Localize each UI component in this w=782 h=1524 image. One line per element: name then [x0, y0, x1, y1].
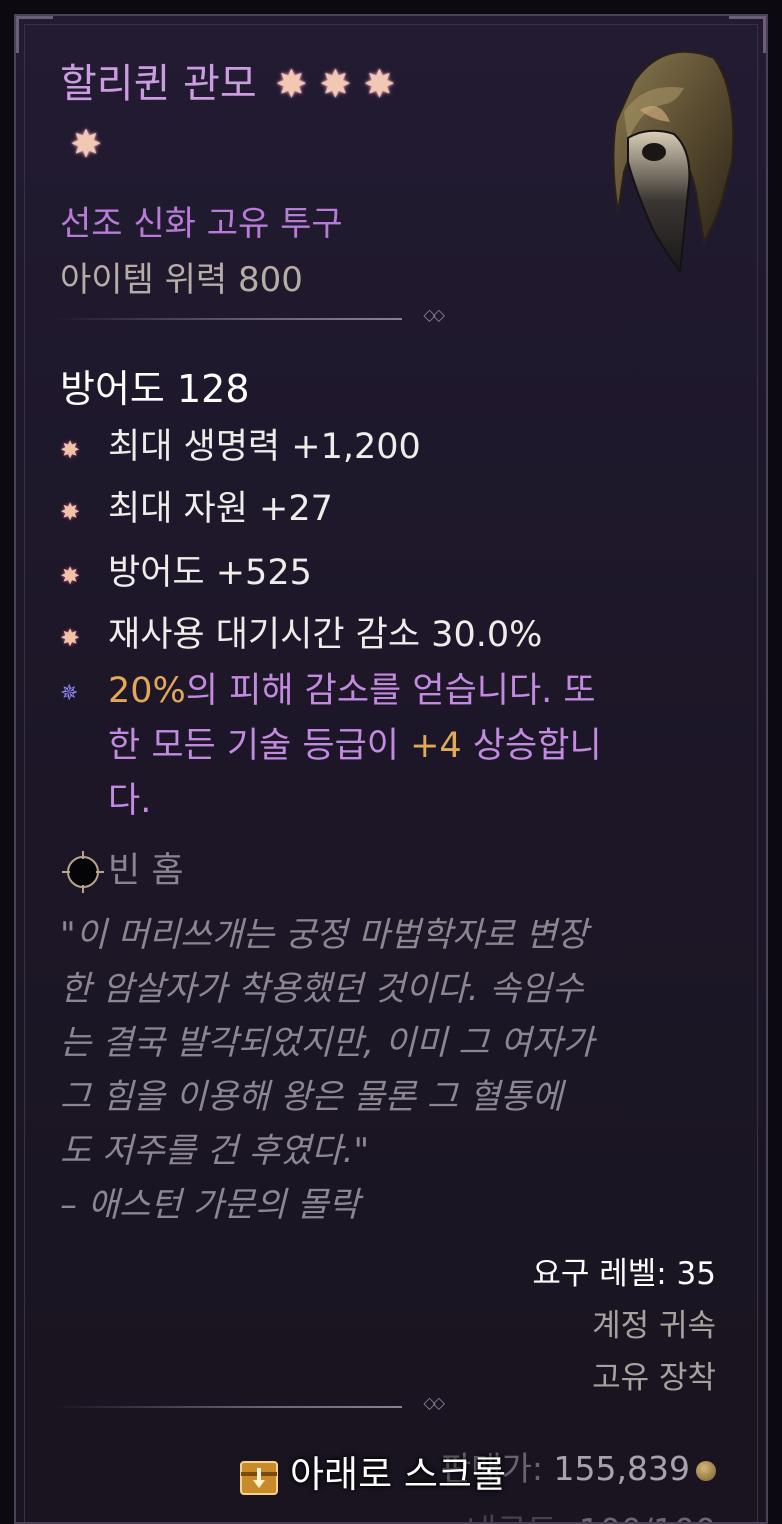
- greater-affix-icon: ✸: [60, 498, 81, 526]
- frame-corner-top-left: [16, 16, 53, 53]
- affix-row: ✸ 최대 생명력 +1,200: [60, 418, 421, 469]
- account-bound: 계정 귀속: [592, 1308, 716, 1344]
- affix-text: 최대 생명력 +1,200: [108, 427, 421, 467]
- unique-text-part: 다.: [108, 781, 152, 821]
- durability-amount: 100/100: [579, 1511, 716, 1522]
- item-power: 아이템 위력 800: [60, 260, 303, 300]
- flavor-line: 도 저주를 건 후였다.": [60, 1131, 370, 1171]
- socket-label: 빈 홈: [108, 851, 184, 891]
- affix-row: ✸ 방어도 +525: [60, 544, 312, 595]
- unique-power: ✵ 20%의 피해 감소를 얻습니다. 또 한 모든 기술 등급이 +4 상승합…: [60, 664, 730, 829]
- scroll-chest-icon: [240, 1460, 278, 1495]
- ancestral-star-icon: ✸: [275, 62, 308, 106]
- empty-socket: 빈 홈: [60, 842, 184, 895]
- ancestral-star-icon: ✸: [319, 62, 352, 106]
- unique-text-part: 상승합니: [461, 726, 602, 766]
- unique-power-text: 20%의 피해 감소를 얻습니다. 또: [60, 664, 730, 719]
- divider: [52, 305, 442, 324]
- durability-label: 내구도:: [466, 1511, 568, 1522]
- unique-text-part: 한 모든 기술 등급이: [108, 726, 411, 766]
- gold-coin-icon: [696, 1460, 716, 1481]
- durability: 내구도: 100/100: [466, 1504, 716, 1522]
- unique-value: 20%: [108, 671, 186, 711]
- flavor-text: "이 머리쓰개는 궁정 마법학자로 변장 한 암살자가 착용했던 것이다. 속임…: [60, 908, 740, 1232]
- helmet-item-image: [612, 50, 735, 272]
- ancestral-star-icon: ✸: [363, 62, 396, 106]
- armor-value: 방어도 128: [60, 367, 250, 411]
- affix-row: ✸ 재사용 대기시간 감소 30.0%: [60, 606, 542, 657]
- scroll-hint-label: 아래로 스크롤: [290, 1453, 507, 1496]
- flavor-line: 그 힘을 이용해 왕은 물론 그 혈통에: [60, 1077, 563, 1117]
- item-rarity-type: 선조 신화 고유 투구: [60, 204, 343, 244]
- sell-amount: 155,839: [553, 1449, 690, 1488]
- affix-text: 재사용 대기시간 감소 30.0%: [108, 615, 543, 655]
- unique-value: +4: [410, 726, 462, 766]
- affix-row: ✸ 최대 자원 +27: [60, 480, 333, 531]
- flavor-line: "이 머리쓰개는 궁정 마법학자로 변장: [60, 915, 589, 955]
- affix-text: 방어도 +525: [108, 553, 312, 593]
- flavor-line: 는 결국 발각되었지만, 이미 그 여자가: [60, 1023, 595, 1063]
- greater-affix-icon: ✸: [60, 624, 81, 652]
- greater-affix-icon: ✸: [60, 562, 81, 590]
- unique-equipped: 고유 장착: [592, 1360, 716, 1396]
- empty-socket-icon: [62, 851, 104, 893]
- flavor-source: – 애스턴 가문의 몰락: [60, 1185, 360, 1225]
- unique-power-text: 다.: [60, 774, 730, 829]
- unique-power-text: 한 모든 기술 등급이 +4 상승합니: [60, 719, 730, 774]
- divider: [52, 1393, 442, 1412]
- greater-affix-icon: ✸: [60, 436, 81, 464]
- scroll-down-hint[interactable]: 아래로 스크롤: [238, 1444, 506, 1498]
- unique-star-icon: ✵: [60, 681, 79, 706]
- required-level: 요구 레벨: 35: [532, 1256, 716, 1292]
- affix-text: 최대 자원 +27: [108, 489, 333, 529]
- ancestral-star-icon: ✸: [70, 122, 102, 166]
- unique-text-part: 의 피해 감소를 얻습니다. 또: [185, 671, 596, 711]
- item-name: 할리퀸 관모: [60, 61, 257, 107]
- item-title: 할리퀸 관모 ✸ ✸ ✸ ✸: [60, 54, 580, 174]
- flavor-line: 한 암살자가 착용했던 것이다. 속임수: [60, 969, 584, 1009]
- item-tooltip: 할리퀸 관모 ✸✸✸ ✸ 선조 신화 고유 투구 아이템 위력 800 방어도 …: [14, 14, 768, 1524]
